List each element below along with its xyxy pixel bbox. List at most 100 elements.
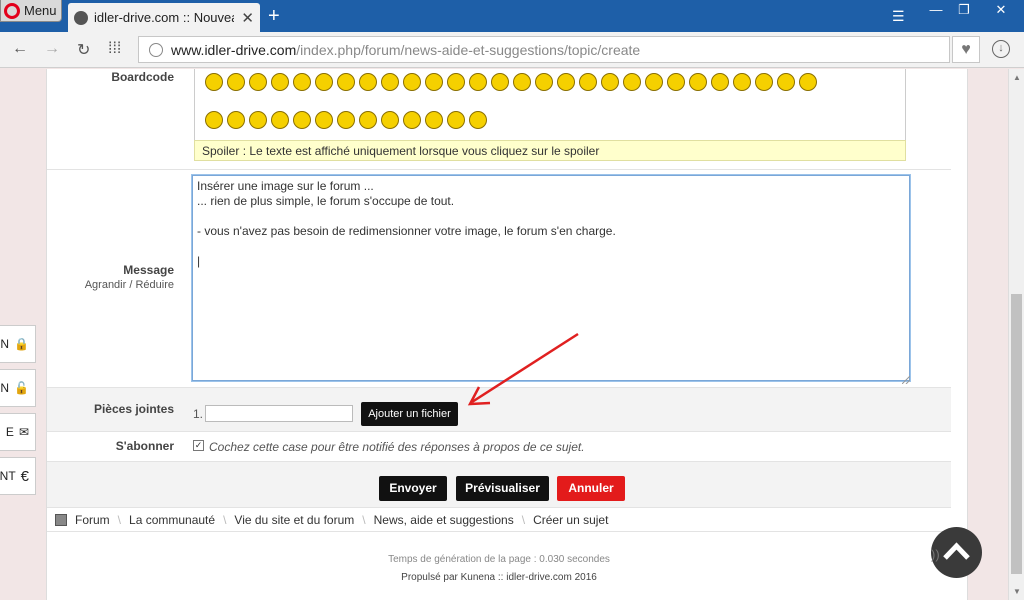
scroll-up-arrow-icon[interactable]: ▲ bbox=[1013, 73, 1021, 82]
smiley-icon[interactable] bbox=[359, 111, 377, 129]
close-window-button[interactable]: ✕ bbox=[978, 0, 1024, 22]
unlock-icon: 🔓 bbox=[14, 381, 29, 395]
download-icon[interactable]: ↓ bbox=[992, 40, 1010, 58]
message-label: Message bbox=[123, 263, 174, 277]
breadcrumb-separator: \ bbox=[521, 513, 526, 527]
smiley-icon[interactable] bbox=[227, 111, 245, 129]
smiley-icon[interactable] bbox=[381, 111, 399, 129]
breadcrumb-item-site-life[interactable]: Vie du site et du forum bbox=[234, 513, 354, 527]
smiley-icon[interactable] bbox=[557, 73, 575, 91]
smiley-icon[interactable] bbox=[205, 111, 223, 129]
smiley-icon[interactable] bbox=[601, 73, 619, 91]
resize-links: Agrandir / Réduire bbox=[47, 279, 174, 291]
tab-close-icon[interactable]: ✕ bbox=[241, 9, 254, 27]
smiley-icon[interactable] bbox=[733, 73, 751, 91]
lock-icon: 🔒 bbox=[14, 337, 29, 351]
smiley-icon[interactable] bbox=[403, 111, 421, 129]
side-donate-button[interactable]: NT € bbox=[0, 457, 36, 495]
add-file-button[interactable]: Ajouter un fichier bbox=[361, 402, 458, 426]
smiley-icon[interactable] bbox=[249, 73, 267, 91]
smiley-icon[interactable] bbox=[799, 73, 817, 91]
resize-grip-icon[interactable] bbox=[901, 373, 911, 385]
breadcrumb-item-create-topic[interactable]: Créer un sujet bbox=[533, 513, 608, 527]
smiley-icon[interactable] bbox=[491, 73, 509, 91]
smiley-icon[interactable] bbox=[579, 73, 597, 91]
smiley-icon[interactable] bbox=[777, 73, 795, 91]
smiley-icon[interactable] bbox=[623, 73, 641, 91]
tab-menu-icon[interactable]: ☰ bbox=[892, 8, 905, 25]
rss-icon[interactable]: )) bbox=[931, 547, 940, 562]
smiley-icon[interactable] bbox=[689, 73, 707, 91]
scrollbar-thumb[interactable] bbox=[1011, 294, 1022, 574]
smiley-icon[interactable] bbox=[293, 73, 311, 91]
smiley-icon[interactable] bbox=[293, 111, 311, 129]
bookmark-heart-icon[interactable]: ♥ bbox=[952, 36, 980, 63]
breadcrumb-item-forum[interactable]: Forum bbox=[75, 513, 110, 527]
address-bar: ← → ↻ ⁞⁞⁞ www.idler-drive.com/index.php/… bbox=[0, 32, 1024, 68]
smiley-icon[interactable] bbox=[227, 73, 245, 91]
attachment-file-input[interactable] bbox=[205, 405, 353, 422]
send-button[interactable]: Envoyer bbox=[379, 476, 447, 501]
side-button-label: N bbox=[0, 381, 10, 395]
breadcrumb-item-news[interactable]: News, aide et suggestions bbox=[374, 513, 514, 527]
reduce-link[interactable]: Réduire bbox=[135, 279, 174, 291]
smiley-icon[interactable] bbox=[711, 73, 729, 91]
preview-button[interactable]: Prévisualiser bbox=[456, 476, 549, 501]
emoticon-row bbox=[205, 73, 817, 91]
enlarge-link[interactable]: Agrandir bbox=[85, 279, 127, 291]
side-contact-button[interactable]: E ✉ bbox=[0, 413, 36, 451]
smiley-icon[interactable] bbox=[447, 111, 465, 129]
smiley-icon[interactable] bbox=[469, 73, 487, 91]
new-tab-button[interactable]: + bbox=[268, 6, 280, 26]
smiley-icon[interactable] bbox=[315, 111, 333, 129]
page-scrollbar[interactable]: ▲ ▼ bbox=[1008, 69, 1024, 600]
smiley-icon[interactable] bbox=[403, 73, 421, 91]
smiley-icon[interactable] bbox=[645, 73, 663, 91]
back-arrow-icon[interactable]: ← bbox=[12, 40, 28, 58]
smiley-icon[interactable] bbox=[469, 111, 487, 129]
annotation-arrow bbox=[467, 332, 579, 406]
forward-arrow-icon[interactable]: → bbox=[44, 40, 60, 58]
envelope-icon: ✉ bbox=[18, 425, 29, 439]
side-button-label: E bbox=[5, 425, 14, 439]
url-input[interactable]: www.idler-drive.com/index.php/forum/news… bbox=[138, 36, 950, 63]
smiley-icon[interactable] bbox=[271, 111, 289, 129]
url-text: www.idler-drive.com/index.php/forum/news… bbox=[171, 42, 640, 58]
site-info-icon[interactable] bbox=[149, 42, 163, 57]
subscribe-checkbox[interactable]: ✓ bbox=[193, 440, 204, 451]
smiley-icon[interactable] bbox=[359, 73, 377, 91]
attachments-label: Pièces jointes bbox=[93, 402, 174, 416]
side-register-button[interactable]: N 🔓 bbox=[0, 369, 36, 407]
resize-separator: / bbox=[129, 279, 133, 291]
opera-menu-button[interactable]: Menu bbox=[0, 0, 62, 22]
url-domain: www.idler-drive.com bbox=[171, 41, 297, 58]
breadcrumb-item-community[interactable]: La communauté bbox=[129, 513, 215, 527]
tab-title: idler-drive.com :: Nouveau bbox=[94, 10, 234, 25]
breadcrumb-separator: \ bbox=[117, 513, 122, 527]
smiley-icon[interactable] bbox=[667, 73, 685, 91]
minimize-button[interactable]: — bbox=[922, 0, 950, 22]
smiley-icon[interactable] bbox=[337, 73, 355, 91]
smiley-icon[interactable] bbox=[425, 111, 443, 129]
smiley-icon[interactable] bbox=[315, 73, 333, 91]
smiley-icon[interactable] bbox=[337, 111, 355, 129]
scroll-down-arrow-icon[interactable]: ▼ bbox=[1013, 587, 1021, 596]
maximize-button[interactable]: ❐ bbox=[950, 0, 978, 22]
forum-home-icon[interactable] bbox=[55, 514, 67, 526]
smiley-icon[interactable] bbox=[249, 111, 267, 129]
side-login-button[interactable]: N 🔒 bbox=[0, 325, 36, 363]
smiley-icon[interactable] bbox=[513, 73, 531, 91]
generation-time: Temps de génération de la page : 0.030 s… bbox=[388, 554, 610, 565]
speed-dial-grid-icon[interactable]: ⁞⁞⁞ bbox=[108, 40, 121, 58]
smiley-icon[interactable] bbox=[447, 73, 465, 91]
browser-tab[interactable]: idler-drive.com :: Nouveau ✕ bbox=[68, 3, 260, 32]
subscribe-label: S'abonner bbox=[115, 439, 174, 453]
smiley-icon[interactable] bbox=[271, 73, 289, 91]
cancel-button[interactable]: Annuler bbox=[557, 476, 625, 501]
smiley-icon[interactable] bbox=[381, 73, 399, 91]
smiley-icon[interactable] bbox=[755, 73, 773, 91]
smiley-icon[interactable] bbox=[535, 73, 553, 91]
smiley-icon[interactable] bbox=[425, 73, 443, 91]
reload-icon[interactable]: ↻ bbox=[77, 40, 90, 60]
smiley-icon[interactable] bbox=[205, 73, 223, 91]
